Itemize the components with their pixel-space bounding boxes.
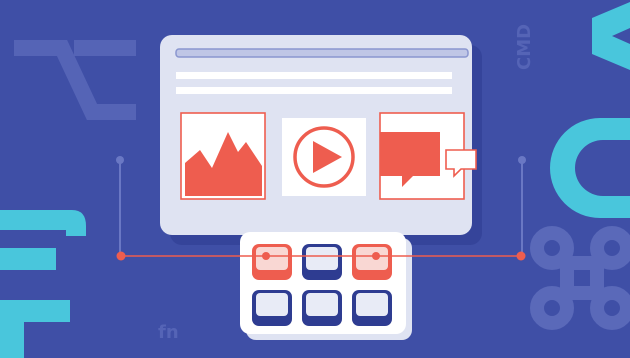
keypad-key[interactable] <box>302 244 342 280</box>
fn-key-label: fn <box>158 322 179 343</box>
keypad-key-highlighted[interactable] <box>252 244 292 280</box>
image-panel[interactable] <box>180 112 266 200</box>
video-panel[interactable] <box>282 118 366 196</box>
keypad-key[interactable] <box>302 290 342 326</box>
window-title-bar <box>175 48 469 58</box>
connector-node <box>262 252 270 260</box>
keypad-key[interactable] <box>352 290 392 326</box>
cmd-key-label: CMD <box>514 24 535 70</box>
illustration-canvas: CMD fn <box>0 0 630 358</box>
connector-endpoint-left <box>116 251 126 261</box>
keypad-key-highlighted[interactable] <box>352 244 392 280</box>
chat-panel[interactable] <box>379 112 477 200</box>
app-window <box>160 35 477 235</box>
text-line <box>176 72 452 79</box>
text-line <box>176 87 452 94</box>
keypad-key[interactable] <box>252 290 292 326</box>
connector-node <box>372 252 380 260</box>
illustration-svg: CMD fn <box>0 0 630 358</box>
connector-endpoint-right <box>516 251 526 261</box>
